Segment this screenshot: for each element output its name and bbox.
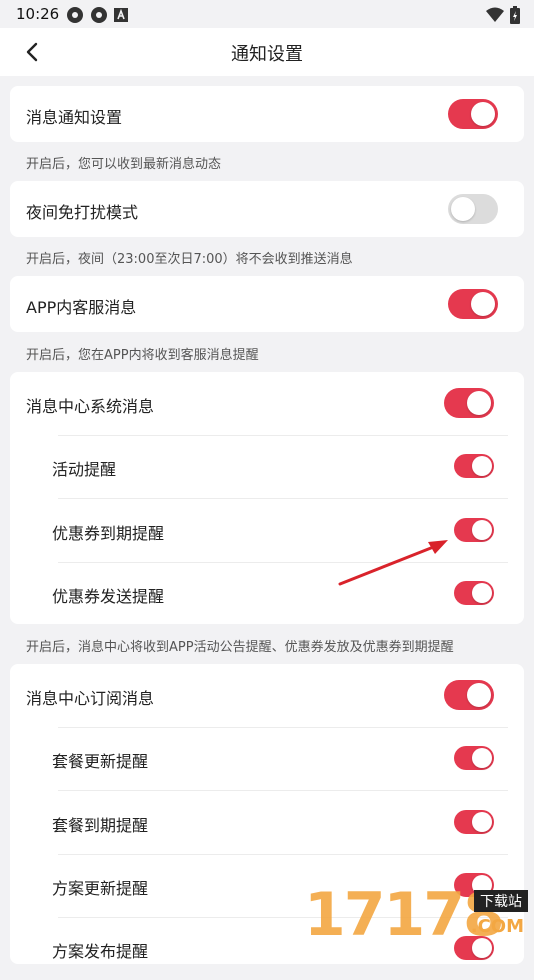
toggle-knob	[472, 875, 492, 895]
app-service-toggle[interactable]	[448, 289, 498, 319]
coupon-send-reminder-label: 优惠券发送提醒	[52, 587, 165, 606]
app-notification-icon	[91, 7, 107, 23]
subscribe-msg-label: 消息中心订阅消息	[26, 689, 155, 708]
system-msg-toggle[interactable]	[444, 388, 494, 418]
toggle-knob	[467, 683, 491, 707]
divider	[58, 727, 508, 728]
toggle-knob	[472, 520, 492, 540]
package-expiry-reminder-toggle[interactable]	[454, 810, 494, 834]
toggle-knob	[472, 583, 492, 603]
status-system-icons	[486, 6, 520, 24]
night-mode-card: 夜间免打扰模式	[10, 181, 524, 237]
coupon-expiry-reminder-toggle[interactable]	[454, 518, 494, 542]
package-update-reminder-row: 套餐更新提醒	[10, 730, 524, 790]
system-msg-desc: 开启后，消息中心将收到APP活动公告提醒、优惠券发放及优惠券到期提醒	[26, 640, 454, 655]
divider	[58, 790, 508, 791]
night-mode-desc: 开启后，夜间（23:00至次日7:00）将不会收到推送消息	[26, 252, 353, 267]
annotation-arrow-icon	[338, 540, 448, 586]
message-notify-label: 消息通知设置	[26, 108, 123, 127]
app-service-desc: 开启后，您在APP内将收到客服消息提醒	[26, 348, 259, 363]
activity-reminder-label: 活动提醒	[52, 460, 117, 479]
coupon-send-reminder-toggle[interactable]	[454, 581, 494, 605]
divider	[58, 917, 508, 918]
toggle-knob	[472, 456, 492, 476]
plan-update-reminder-toggle[interactable]	[454, 873, 494, 897]
coupon-expiry-reminder-label: 优惠券到期提醒	[52, 524, 165, 543]
divider	[58, 435, 508, 436]
plan-publish-reminder-label: 方案发布提醒	[52, 942, 149, 961]
message-notify-desc: 开启后，您可以收到最新消息动态	[26, 157, 222, 172]
package-expiry-reminder-label: 套餐到期提醒	[52, 816, 149, 835]
wifi-icon	[486, 7, 504, 22]
status-notification-icons	[66, 6, 128, 24]
subscribe-msg-card: 消息中心订阅消息 套餐更新提醒 套餐到期提醒 方案更新提醒 方案发布提醒	[10, 664, 524, 964]
night-mode-row: 夜间免打扰模式	[10, 181, 524, 237]
package-update-reminder-label: 套餐更新提醒	[52, 752, 149, 771]
package-expiry-reminder-row: 套餐到期提醒	[10, 794, 524, 854]
message-notify-card: 消息通知设置	[10, 86, 524, 142]
message-notify-row: 消息通知设置	[10, 86, 524, 142]
activity-reminder-row: 活动提醒	[10, 438, 524, 498]
toggle-knob	[472, 812, 492, 832]
plan-publish-reminder-row: 方案发布提醒	[10, 920, 524, 980]
subscribe-msg-row: 消息中心订阅消息	[10, 667, 524, 725]
plan-publish-reminder-toggle[interactable]	[454, 936, 494, 960]
system-msg-label: 消息中心系统消息	[26, 397, 155, 416]
a-notification-icon	[114, 8, 128, 22]
app-service-row: APP内客服消息	[10, 276, 524, 332]
activity-reminder-toggle[interactable]	[454, 454, 494, 478]
app-service-label: APP内客服消息	[26, 298, 137, 317]
battery-icon	[510, 6, 520, 24]
night-mode-toggle[interactable]	[448, 194, 498, 224]
app-header: 通知设置	[0, 28, 534, 76]
app-notification-icon	[67, 7, 83, 23]
toggle-knob	[471, 292, 495, 316]
toggle-knob	[471, 102, 495, 126]
system-msg-row: 消息中心系统消息	[10, 375, 524, 433]
plan-update-reminder-row: 方案更新提醒	[10, 857, 524, 917]
divider	[58, 854, 508, 855]
toggle-knob	[472, 938, 492, 958]
subscribe-msg-toggle[interactable]	[444, 680, 494, 710]
plan-update-reminder-label: 方案更新提醒	[52, 879, 149, 898]
status-time: 10:26	[16, 5, 60, 23]
toggle-knob	[467, 391, 491, 415]
app-service-card: APP内客服消息	[10, 276, 524, 332]
status-bar: 10:26	[0, 0, 534, 28]
message-notify-toggle[interactable]	[448, 99, 498, 129]
page-title: 通知设置	[231, 44, 303, 65]
divider	[58, 498, 508, 499]
night-mode-label: 夜间免打扰模式	[26, 203, 139, 222]
package-update-reminder-toggle[interactable]	[454, 746, 494, 770]
toggle-knob	[472, 748, 492, 768]
toggle-knob	[451, 197, 475, 221]
